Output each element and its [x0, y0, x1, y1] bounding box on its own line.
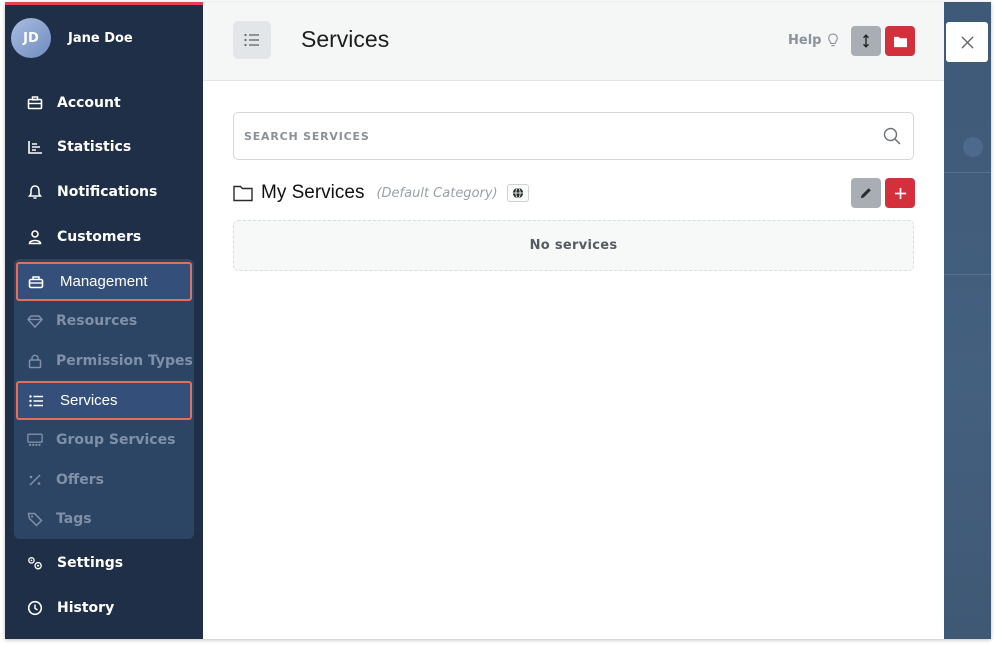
empty-state: No services	[233, 220, 914, 271]
close-icon	[960, 35, 974, 49]
nav-label: Customers	[57, 229, 142, 245]
user-icon	[27, 229, 43, 245]
edit-category-button[interactable]	[851, 178, 881, 208]
sort-button[interactable]	[851, 26, 881, 56]
tag-icon	[27, 511, 43, 527]
gem-icon	[27, 313, 43, 329]
lightbulb-icon	[828, 33, 839, 47]
background-avatar	[963, 137, 983, 157]
bell-icon	[27, 184, 43, 200]
search-icon[interactable]	[883, 127, 901, 145]
folder-icon	[233, 185, 253, 202]
help-link[interactable]: Help	[788, 32, 839, 49]
nav-item-statistics[interactable]: Statistics	[5, 127, 203, 167]
sort-arrows-icon	[863, 34, 869, 48]
category-name: My Services	[261, 182, 365, 203]
clock-icon	[27, 600, 43, 616]
nav-item-account[interactable]: Account	[5, 83, 203, 123]
nav-item-management[interactable]: Management	[16, 262, 192, 301]
search-box[interactable]	[233, 112, 914, 160]
sidebar-item-tags[interactable]: Tags	[14, 500, 194, 538]
toolbox-icon	[28, 274, 44, 290]
group-icon	[27, 432, 43, 448]
nav-label: Account	[57, 95, 121, 111]
pencil-icon	[860, 188, 871, 199]
nav-label: History	[57, 600, 115, 616]
plus-icon	[894, 187, 906, 199]
menu-toggle-button[interactable]	[233, 21, 271, 59]
sidebar-item-label: Offers	[56, 472, 104, 488]
briefcase-icon	[27, 95, 43, 111]
panel-header: Services Help	[203, 2, 944, 81]
page-title: Services	[301, 26, 390, 52]
sidebar-item-services[interactable]: Services	[16, 381, 192, 420]
sidebar-item-permission-types[interactable]: Permission Types	[14, 342, 194, 380]
services-panel: Services Help My Services (Default Categ…	[203, 2, 944, 639]
gears-icon	[27, 555, 43, 571]
folder-icon	[893, 36, 907, 47]
sidebar-item-label: Tags	[56, 511, 92, 527]
search-input[interactable]	[244, 113, 864, 159]
sidebar-item-resources[interactable]: Resources	[14, 302, 194, 340]
list-icon	[28, 393, 44, 409]
category-note: (Default Category)	[376, 185, 498, 201]
chart-icon	[27, 139, 43, 155]
add-service-button[interactable]	[885, 178, 915, 208]
sidebar-item-offers[interactable]: Offers	[14, 461, 194, 499]
background-overlay	[944, 2, 991, 639]
top-accent-line	[5, 2, 203, 5]
sidebar-item-label: Group Services	[56, 432, 176, 448]
sidebar-item-group-services[interactable]: Group Services	[14, 421, 194, 459]
nav-item-customers[interactable]: Customers	[5, 217, 203, 257]
list-icon	[244, 33, 259, 47]
nav-label: Management	[60, 273, 148, 290]
user-profile[interactable]: JD Jane Doe	[11, 18, 133, 58]
avatar[interactable]: JD	[11, 18, 51, 58]
app-frame: JD Jane Doe Account Statistics Notificat…	[5, 2, 991, 639]
nav-item-history[interactable]: History	[5, 588, 203, 628]
category-header: My Services (Default Category)	[233, 178, 915, 208]
sidebar-item-label: Resources	[56, 313, 138, 329]
add-category-button[interactable]	[885, 26, 915, 56]
help-label: Help	[788, 33, 822, 48]
nav-item-settings[interactable]: Settings	[5, 543, 203, 583]
background-divider	[944, 274, 991, 275]
percent-icon	[27, 472, 43, 488]
sidebar-item-label: Services	[60, 392, 118, 409]
close-button[interactable]	[946, 22, 988, 62]
lock-icon	[27, 353, 43, 369]
user-name: Jane Doe	[68, 30, 133, 46]
nav-label: Statistics	[57, 139, 132, 155]
background-divider	[944, 172, 991, 173]
globe-icon[interactable]	[506, 184, 529, 202]
sidebar: JD Jane Doe Account Statistics Notificat…	[5, 2, 203, 639]
nav-item-notifications[interactable]: Notifications	[5, 172, 203, 212]
nav-label: Settings	[57, 555, 124, 571]
nav-label: Notifications	[57, 184, 158, 200]
sidebar-item-label: Permission Types	[56, 353, 193, 369]
